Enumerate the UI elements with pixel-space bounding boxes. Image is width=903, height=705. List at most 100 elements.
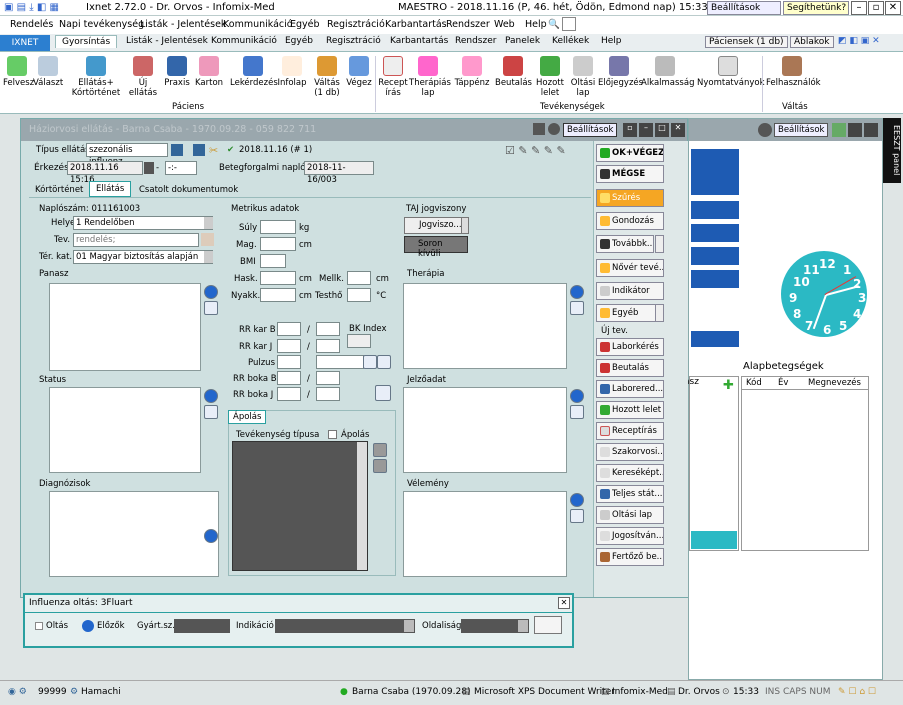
log-input[interactable]: 2018-11-16/003 [304, 161, 374, 185]
col-ev[interactable]: Év [778, 378, 788, 388]
blood-pressure-icon[interactable] [375, 385, 391, 401]
window-controls-icon[interactable]: ◩ ◧ ▣ ✕ [838, 36, 880, 46]
tab-panelek[interactable]: Panelek [505, 36, 540, 46]
vegez-button[interactable]: Végez [345, 56, 373, 88]
oltas-checkbox[interactable] [35, 622, 43, 630]
status-icons[interactable]: ◉ ⚙ [8, 687, 27, 697]
gondozas-button[interactable]: Gondozás [596, 212, 664, 230]
remove-icon[interactable] [373, 459, 387, 473]
szures-button[interactable]: Szűrés [596, 189, 664, 207]
karton-button[interactable]: Karton [195, 56, 223, 88]
indikator-button[interactable]: Indikátor [596, 282, 664, 300]
elojegyzes-button[interactable]: Előjegyzés [598, 56, 643, 88]
elozok-label[interactable]: Előzők [97, 621, 125, 631]
action-button[interactable] [534, 616, 562, 634]
rr-boka-j-dia[interactable] [316, 387, 340, 401]
diag-add-icon[interactable] [204, 529, 218, 543]
therapy-textarea[interactable] [403, 283, 567, 369]
blue-tile[interactable] [691, 201, 739, 219]
tab-regisztracio[interactable]: Regisztráció [326, 36, 381, 46]
velemeny-add-icon[interactable] [570, 493, 584, 507]
tab-ellatas[interactable]: Ellátás [89, 181, 132, 197]
chevron-down-icon[interactable] [461, 217, 469, 234]
mellk-input[interactable] [347, 271, 371, 285]
uj-ellatas-button[interactable]: Új ellátás [124, 56, 162, 98]
add-icon[interactable] [373, 443, 387, 457]
weight-input[interactable] [260, 220, 296, 234]
blue-tile[interactable] [691, 247, 739, 265]
szakorvosi-button[interactable]: Szakorvosi... [596, 443, 664, 461]
teljes-status-button[interactable]: Teljes stát... [596, 485, 664, 503]
scrollbar[interactable] [357, 442, 367, 570]
rr-kar-b-sys[interactable] [277, 322, 301, 336]
col-kod[interactable]: Kód [746, 378, 762, 388]
infolap-button[interactable]: Infolap [277, 56, 307, 88]
jelzo-edit-icon[interactable] [570, 405, 584, 419]
rr-boka-j-sys[interactable] [277, 387, 301, 401]
chevron-down-icon[interactable] [204, 217, 213, 229]
menu-kommunikacio[interactable]: Kommunikáció [223, 19, 293, 30]
panasz-textarea[interactable] [49, 283, 201, 371]
valtas-button[interactable]: Váltás (1 db) [312, 56, 342, 98]
velemeny-edit-icon[interactable] [570, 509, 584, 523]
praxis-button[interactable]: Praxis [164, 56, 190, 88]
type-select[interactable]: szezonális influenz [86, 143, 168, 167]
menu-help[interactable]: Help [525, 19, 547, 30]
nyakk-input[interactable] [260, 288, 296, 302]
chevron-down-icon[interactable] [404, 620, 414, 632]
dialog-settings-button[interactable]: Beállítások [563, 123, 618, 137]
restore-icon[interactable]: ▫ [868, 1, 884, 15]
tab-listak[interactable]: Listák - Jelentések [126, 36, 208, 46]
pulzus-input[interactable] [277, 355, 301, 369]
toolbar-icons[interactable]: ☑ ✎ ✎ ✎ ✎ [505, 144, 566, 157]
alkalmassag-button[interactable]: Alkalmasság [641, 56, 694, 88]
bmi-input[interactable] [260, 254, 286, 268]
tev-input[interactable] [73, 233, 199, 247]
felvesz-button[interactable]: Felvesz [3, 56, 34, 88]
minimize-icon[interactable]: – [851, 1, 867, 15]
refresh-icon[interactable] [832, 123, 846, 137]
left-table[interactable]: ✚ [689, 376, 739, 551]
beutalas-side-button[interactable]: Beutalás [596, 359, 664, 377]
pin-icon[interactable]: ▫ [623, 123, 637, 137]
minimize-icon[interactable]: – [639, 123, 653, 137]
velemeny-textarea[interactable] [403, 491, 567, 577]
menu-karbantartas[interactable]: Karbantartás [385, 19, 447, 30]
menu-rendeles[interactable]: Rendelés [10, 19, 53, 30]
recept-button[interactable]: Recept írás [378, 56, 408, 98]
tray-icons[interactable]: ✎ ☐ ⌂ ☐ [838, 687, 876, 697]
egyeb-button[interactable]: Egyéb [596, 304, 664, 322]
ellatas-kortortenet-button[interactable]: Ellátás+ Kórtörténet [70, 56, 122, 98]
arrival-input[interactable]: 2018.11.16 15:16 [67, 161, 143, 185]
kereskepet-button[interactable]: Kereséképt... [596, 464, 664, 482]
laborered-button[interactable]: Laborered... [596, 380, 664, 398]
panasz-add-icon[interactable] [204, 285, 218, 299]
eeszt-panel-tab[interactable]: EESZT panel [883, 118, 901, 183]
status-add-icon[interactable] [204, 389, 218, 403]
gyartsz-input[interactable] [174, 619, 230, 633]
bk-index-input[interactable] [347, 334, 371, 348]
chevron-down-icon[interactable] [655, 235, 664, 253]
apolas-list[interactable] [232, 441, 368, 571]
menu-egyeb[interactable]: Egyéb [290, 19, 320, 30]
menu-rendszer[interactable]: Rendszer [446, 19, 490, 30]
status-textarea[interactable] [49, 387, 201, 473]
tappenz-button[interactable]: Táppénz [454, 56, 490, 88]
valaszt-button[interactable]: Választ [33, 56, 63, 88]
tab-rendszer[interactable]: Rendszer [455, 36, 496, 46]
apolas-checkbox[interactable] [328, 430, 337, 439]
search-icon[interactable]: 🔍 [548, 19, 560, 30]
nyomtatvanyok-button[interactable]: Nyomtatványok [697, 56, 765, 88]
settings-button[interactable]: Beállítások [707, 1, 781, 15]
disk-icon[interactable] [193, 144, 205, 156]
cancel-button[interactable]: MÉGSE [596, 165, 664, 183]
picker-icon[interactable] [363, 355, 377, 369]
rr-boka-b-dia[interactable] [316, 371, 340, 385]
indikacio-select[interactable] [275, 619, 415, 633]
menu-regisztracio[interactable]: Regisztráció [327, 19, 385, 30]
tools-icon[interactable]: ✂ [209, 144, 221, 157]
blue-tile[interactable] [691, 331, 739, 347]
laborkeres-button[interactable]: Laborkérés [596, 338, 664, 356]
rr-kar-j-dia[interactable] [316, 339, 340, 353]
pulzus-extra[interactable] [316, 355, 364, 369]
